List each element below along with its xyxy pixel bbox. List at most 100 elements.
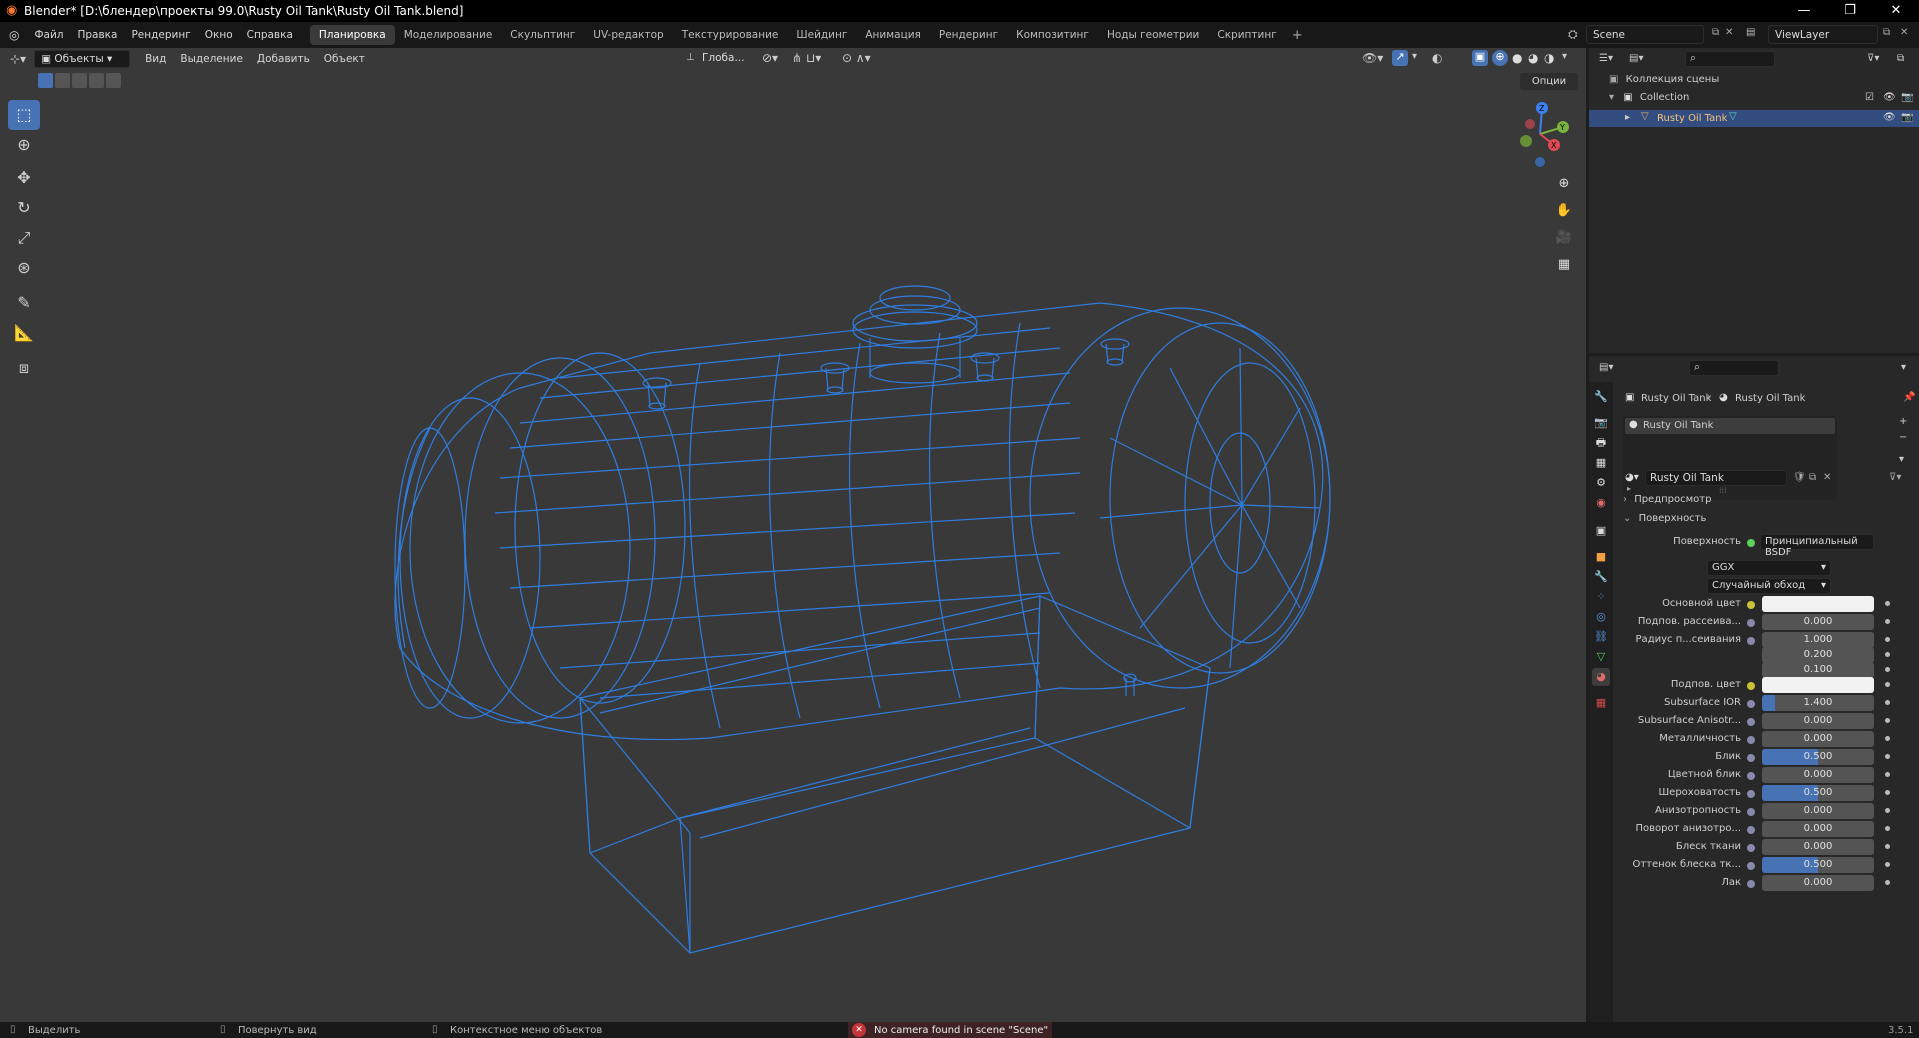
socket-icon[interactable] [1747, 637, 1755, 645]
outliner-editor-icon[interactable]: ☰▾ [1599, 53, 1613, 64]
value-slider[interactable]: 0.000 [1762, 803, 1874, 819]
particles-tab-icon[interactable]: ⁘ [1592, 588, 1610, 606]
properties-options-icon[interactable]: ▾ [1901, 362, 1906, 373]
object-tab-icon[interactable]: ■ [1592, 548, 1610, 566]
keyframe-dot-icon[interactable] [1885, 844, 1890, 849]
value-slider[interactable]: 1.400 [1762, 695, 1874, 711]
add-slot-icon[interactable]: + [1899, 416, 1907, 427]
socket-icon[interactable] [1747, 826, 1755, 834]
keyframe-dot-icon[interactable] [1885, 619, 1890, 624]
menu-item[interactable]: Правка [71, 29, 125, 41]
expand-icon[interactable]: ▾ [1609, 92, 1614, 103]
value-slider[interactable]: 0.000 [1762, 713, 1874, 729]
modifier-tab-icon[interactable]: 🔧 [1592, 568, 1610, 586]
rusty-oil-tank-wireframe[interactable] [0, 48, 1586, 1022]
visibility-eye-icon[interactable]: 👁 [1883, 92, 1896, 103]
socket-icon[interactable] [1747, 718, 1755, 726]
maximize-icon[interactable]: ❐ [1827, 0, 1873, 22]
remove-slot-icon[interactable]: − [1899, 432, 1907, 443]
keyframe-dot-icon[interactable] [1885, 808, 1890, 813]
new-collection-icon[interactable]: ⧉ [1897, 53, 1904, 64]
menu-item[interactable]: Окно [198, 29, 240, 41]
scene-selector[interactable]: Scene [1586, 25, 1704, 44]
material-name-field[interactable]: Rusty Oil Tank [1645, 470, 1787, 486]
expand-icon[interactable]: ▸ [1625, 112, 1630, 123]
keyframe-dot-icon[interactable] [1885, 682, 1890, 687]
keyframe-dot-icon[interactable] [1885, 772, 1890, 777]
duplicate-material-icon[interactable]: ⧉ [1809, 472, 1816, 483]
subsurface-method-dropdown[interactable]: Случайный обход ▾ [1707, 578, 1831, 594]
node-link-icon[interactable]: ⊽▾ [1889, 472, 1901, 483]
value-slider[interactable]: 0.000 [1762, 767, 1874, 783]
socket-icon[interactable] [1747, 808, 1755, 816]
workspace-tab[interactable]: Планировка [309, 25, 395, 45]
socket-icon[interactable] [1747, 754, 1755, 762]
tool-tab-icon[interactable]: 🔧 [1592, 388, 1610, 406]
value-slider[interactable]: 0.000 [1762, 614, 1874, 630]
display-mode-icon[interactable]: ▤▾ [1629, 53, 1643, 64]
slot-menu-icon[interactable]: ▾ [1899, 454, 1904, 465]
keyframe-dot-icon[interactable] [1885, 880, 1890, 885]
keyframe-dot-icon[interactable] [1885, 700, 1890, 705]
socket-icon[interactable] [1747, 790, 1755, 798]
keyframe-dot-icon[interactable] [1885, 637, 1890, 642]
3d-viewport[interactable]: ⊹▾ ▣ Объекты ▾ Вид Выделение Добавить Объек… [0, 48, 1586, 1022]
socket-icon[interactable] [1747, 772, 1755, 780]
socket-icon[interactable] [1747, 862, 1755, 870]
render-camera-icon[interactable]: 📷 [1901, 112, 1913, 123]
blender-menu-icon[interactable]: ◎ [9, 28, 19, 42]
new-scene-icon[interactable]: ⧉ [1712, 27, 1719, 38]
socket-icon[interactable] [1747, 880, 1755, 888]
material-tab-icon[interactable]: ◕ [1592, 668, 1610, 686]
socket-icon[interactable] [1747, 682, 1755, 690]
render-tab-icon[interactable]: 📷 [1592, 414, 1610, 432]
minimize-icon[interactable]: — [1781, 0, 1827, 22]
workspace-tab[interactable]: Скульптинг [501, 25, 584, 45]
keyframe-dot-icon[interactable] [1885, 667, 1890, 672]
delete-viewlayer-icon[interactable]: ✕ [1900, 27, 1908, 38]
surface-shader-dropdown[interactable]: Принципиальный BSDF [1760, 534, 1874, 558]
workspace-tab[interactable]: Анимация [856, 25, 930, 45]
collection-row[interactable]: ▾ ▣ Collection [1609, 92, 1909, 108]
value-slider[interactable]: 0.500 [1762, 785, 1874, 801]
workspace-tab[interactable]: Композитинг [1007, 25, 1098, 45]
menu-item[interactable]: Справка [240, 29, 300, 41]
view-layer-tab-icon[interactable]: ▦ [1592, 454, 1610, 472]
properties-search-input[interactable]: ⌕ [1689, 360, 1779, 376]
scene-collection-row[interactable]: ▣ Коллекция сцены [1609, 74, 1909, 90]
output-tab-icon[interactable]: 🖶 [1592, 434, 1610, 452]
render-camera-icon[interactable]: 📷 [1901, 92, 1913, 103]
properties-editor-icon[interactable]: ▤▾ [1599, 362, 1613, 373]
socket-icon[interactable] [1747, 736, 1755, 744]
menu-item[interactable]: Рендеринг [124, 29, 197, 41]
keyframe-dot-icon[interactable] [1885, 652, 1890, 657]
keyframe-dot-icon[interactable] [1885, 826, 1890, 831]
socket-icon[interactable] [1747, 700, 1755, 708]
keyframe-dot-icon[interactable] [1885, 790, 1890, 795]
exclude-checkbox[interactable]: ☑ [1865, 92, 1874, 103]
keyframe-dot-icon[interactable] [1885, 736, 1890, 741]
pin-icon[interactable]: 📌 [1903, 392, 1915, 403]
value-slider[interactable]: 0.000 [1762, 731, 1874, 747]
distribution-dropdown[interactable]: GGX ▾ [1707, 560, 1831, 576]
scene-tab-icon[interactable]: ⚙ [1592, 474, 1610, 492]
keyframe-dot-icon[interactable] [1885, 754, 1890, 759]
color-swatch[interactable] [1762, 596, 1874, 612]
socket-icon[interactable] [1747, 601, 1755, 609]
warning-report[interactable]: ✕ No camera found in scene "Scene" [848, 1022, 1052, 1038]
viewlayer-selector[interactable]: ViewLayer [1768, 25, 1878, 44]
delete-scene-icon[interactable]: ✕ [1725, 27, 1733, 38]
menu-item[interactable]: Файл [27, 29, 70, 41]
preview-panel-header[interactable]: › Предпросмотр [1619, 494, 1919, 512]
new-viewlayer-icon[interactable]: ⧉ [1883, 27, 1890, 38]
socket-icon[interactable] [1747, 844, 1755, 852]
value-slider[interactable]: 0.000 [1762, 839, 1874, 855]
surface-panel-header[interactable]: ⌄ Поверхность [1619, 513, 1919, 531]
color-swatch[interactable] [1762, 677, 1874, 693]
constraints-tab-icon[interactable]: ⛓ [1592, 628, 1610, 646]
outliner-search-input[interactable]: ⌕ [1685, 51, 1775, 67]
physics-tab-icon[interactable]: ◎ [1592, 608, 1610, 626]
keyframe-dot-icon[interactable] [1885, 601, 1890, 606]
add-workspace-icon[interactable]: + [1292, 28, 1303, 43]
material-slot[interactable]: ● Rusty Oil Tank [1625, 418, 1835, 434]
